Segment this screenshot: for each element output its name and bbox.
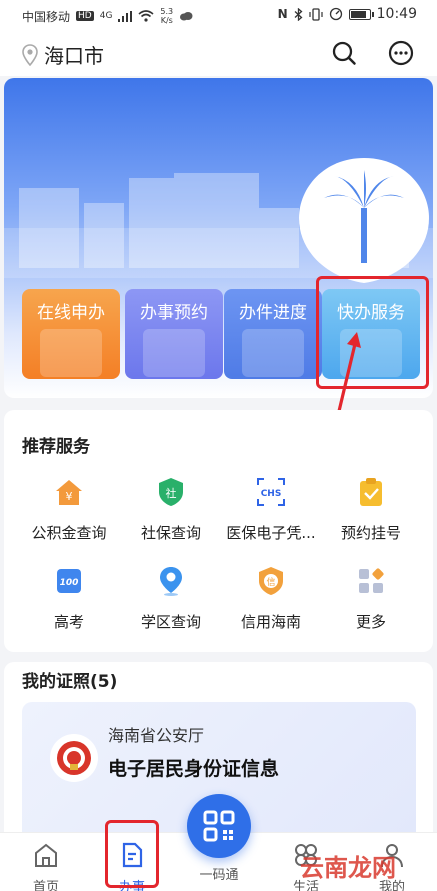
svg-text:CHS: CHS [261,489,282,499]
police-emblem-icon [50,734,98,782]
more-grid-icon [359,568,384,593]
grid-label-school-district: 学区查询 [140,613,201,631]
tab-home[interactable]: 首页 [16,841,76,891]
recommended-services-panel: 推荐服务 ¥ 公积金查询 社 社保查询 CHS 医保电子凭... 预约挂号 10… [4,410,433,652]
carrier-label: 中国移动 [22,9,71,24]
more-icon[interactable] [388,40,414,66]
grid-item-more[interactable]: 更多 [318,565,424,632]
grid-label-social-security: 社保查询 [140,524,201,542]
svg-text:社: 社 [166,486,177,500]
appointment-card[interactable]: 办事预约 [125,289,223,379]
signal-icon [118,10,133,22]
exam-100-icon: 100 [57,569,81,593]
city-selector[interactable]: 海口市 [22,40,104,69]
grid-label-medical-insurance: 医保电子凭... [226,524,316,542]
affairs-tab-highlight [105,820,159,888]
battery-icon [348,8,374,20]
chs-medical-insurance-icon: CHS [257,478,285,506]
svg-text:¥: ¥ [66,490,73,503]
house-fund-icon: ¥ [56,480,82,505]
tab-one-code-label: 一码通 [199,868,239,883]
clipboard-check-icon [360,478,382,506]
home-icon [35,843,57,867]
recommended-title: 推荐服务 [22,437,90,457]
tab-home-label: 首页 [32,880,59,891]
bluetooth-icon [294,7,303,21]
grid-item-registration[interactable]: 预约挂号 [318,476,424,543]
credit-badge-icon: 信 [259,567,283,595]
grid-item-gaokao[interactable]: 100 高考 [16,565,122,632]
grid-label-credit-hainan: 信用海南 [240,613,301,631]
online-apply-card[interactable]: 在线申办 [22,289,120,379]
computer-illustration [40,329,102,377]
signal-label: 4G [99,11,113,21]
grid-item-housing-fund[interactable]: ¥ 公积金查询 [16,476,122,543]
grid-item-medical-insurance[interactable]: CHS 医保电子凭... [218,476,324,543]
progress-label: 办件进度 [239,303,307,323]
map-pin-icon [160,567,182,596]
wifi-icon [138,10,154,22]
grid-item-school-district[interactable]: 学区查询 [118,565,224,632]
document-chart-illustration [242,329,304,377]
license-name: 电子居民身份证信息 [108,758,280,780]
progress-card[interactable]: 办件进度 [224,289,322,379]
qr-code-icon [203,810,235,842]
clock: 10:49 [376,6,417,22]
net-speed: 5.3 K/s [160,7,174,25]
hd-badge: HD [76,11,94,21]
calendar-illustration [143,329,205,377]
svg-text:信: 信 [266,576,275,588]
grid-label-gaokao: 高考 [53,613,84,631]
online-apply-label: 在线申办 [37,303,105,323]
social-security-shield-icon: 社 [159,478,183,506]
grid-item-social-security[interactable]: 社 社保查询 [118,476,224,543]
svg-text:100: 100 [60,578,79,588]
grid-label-more: 更多 [355,613,386,631]
location-pin-icon [22,43,38,66]
city-name: 海口市 [44,44,104,68]
tab-one-code[interactable]: 一码通 [189,864,249,883]
watermark: 云南龙网 [300,854,396,882]
qr-code-button[interactable] [187,794,251,858]
nfc-icon: N [277,7,288,21]
app-header: 海口市 [0,30,437,76]
grid-label-housing-fund: 公积金查询 [31,524,107,542]
license-issuer: 海南省公安厅 [108,726,205,745]
appointment-label: 办事预约 [140,303,208,323]
cloud-icon [180,12,193,21]
vibrate-icon [309,7,323,21]
speed-gauge-icon [329,7,342,21]
quick-service-label: 快办服务 [337,303,405,323]
licenses-title: 我的证照(5) [22,672,118,692]
grid-item-credit-hainan[interactable]: 信 信用海南 [218,565,324,632]
status-bar: 中国移动 HD 4G 5.3 K/s N 10:49 [0,0,437,30]
search-icon[interactable] [331,40,357,66]
grid-label-registration: 预约挂号 [340,524,401,542]
